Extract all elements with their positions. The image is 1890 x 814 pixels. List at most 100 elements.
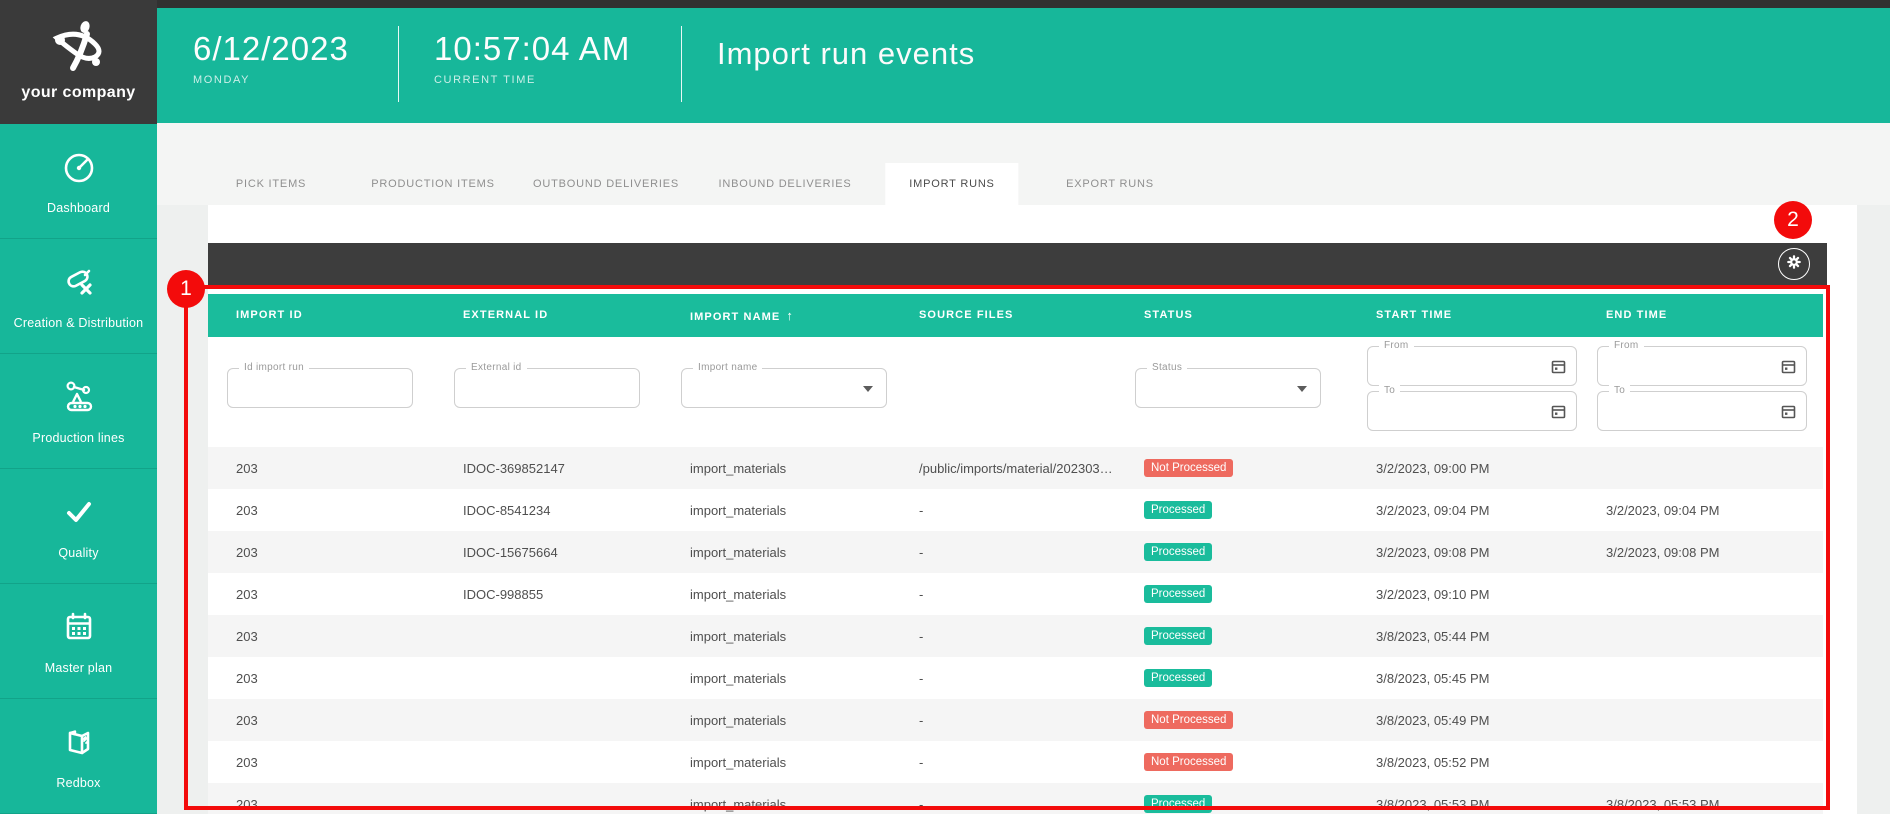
column-header-source-files[interactable]: SOURCE FILES: [891, 294, 1116, 337]
start-to-date-input[interactable]: [1378, 398, 1524, 424]
end-to-date-input[interactable]: [1608, 398, 1754, 424]
cell-source-files: -: [891, 629, 1116, 644]
header-time-block: 10:57:04 AM CURRENT TIME: [434, 30, 630, 86]
calendar-icon[interactable]: [1551, 359, 1566, 379]
cell-source-files: -: [891, 671, 1116, 686]
filter-status: Status: [1135, 368, 1321, 408]
table-toolbar: [208, 243, 1827, 285]
filter-id-import-run: Id import run: [227, 368, 413, 408]
cell-external-id: IDOC-998855: [435, 587, 662, 602]
status-select[interactable]: [1146, 375, 1275, 401]
table-row[interactable]: 203 import_materials - Processed 3/8/202…: [208, 615, 1823, 657]
cell-import-name: import_materials: [662, 755, 891, 770]
chevron-down-icon[interactable]: [863, 386, 873, 392]
cell-start-time: 3/2/2023, 09:10 PM: [1348, 587, 1578, 602]
quality-check-icon: [59, 492, 99, 537]
cell-source-files: -: [891, 503, 1116, 518]
sidebar-item-label: Quality: [58, 546, 98, 560]
production-lines-icon: [59, 377, 99, 422]
sidebar-item-creation-distribution[interactable]: Creation & Distribution: [0, 239, 157, 354]
company-logo[interactable]: your company: [0, 0, 157, 124]
column-header-external-id[interactable]: EXTERNAL ID: [435, 294, 662, 337]
cell-end-time: 3/8/2023, 05:53 PM: [1578, 797, 1823, 812]
import-name-select[interactable]: [692, 375, 835, 401]
app-window: 6/12/2023 MONDAY 10:57:04 AM CURRENT TIM…: [0, 0, 1890, 814]
settings-button[interactable]: [1778, 248, 1810, 280]
creation-distribution-icon: [59, 262, 99, 307]
table-row[interactable]: 203 IDOC-8541234 import_materials - Proc…: [208, 489, 1823, 531]
tab-inbound-deliveries[interactable]: INBOUND DELIVERIES: [695, 163, 876, 205]
header-date-label: MONDAY: [193, 74, 349, 86]
table-row[interactable]: 203 import_materials - Not Processed 3/8…: [208, 741, 1823, 783]
filter-external-id: External id: [454, 368, 640, 408]
tab-production-items[interactable]: PRODUCTION ITEMS: [347, 163, 518, 205]
cell-status: Processed: [1116, 543, 1348, 561]
tab-outbound-deliveries[interactable]: OUTBOUND DELIVERIES: [509, 163, 703, 205]
sidebar-item-redbox[interactable]: Redbox: [0, 699, 157, 814]
cell-status: Processed: [1116, 669, 1348, 687]
annotation-marker-2: 2: [1774, 201, 1812, 239]
status-badge: Processed: [1144, 627, 1212, 645]
status-badge: Processed: [1144, 669, 1212, 687]
filter-label: To: [1379, 385, 1400, 396]
status-badge: Processed: [1144, 585, 1212, 603]
table-row[interactable]: 203 import_materials - Processed 3/8/202…: [208, 783, 1823, 814]
status-badge: Not Processed: [1144, 711, 1233, 729]
cell-status: Processed: [1116, 501, 1348, 519]
sidebar-item-label: Dashboard: [47, 201, 110, 215]
filter-label: External id: [466, 362, 527, 373]
sidebar-item-label: Master plan: [45, 661, 113, 675]
company-logo-icon: [0, 10, 157, 82]
cell-external-id: IDOC-369852147: [435, 461, 662, 476]
top-strip: [0, 0, 1890, 8]
tab-export-runs[interactable]: EXPORT RUNS: [1042, 163, 1178, 205]
sidebar-item-master-plan[interactable]: Master plan: [0, 584, 157, 699]
column-header-import-name[interactable]: IMPORT NAME↑: [662, 294, 891, 337]
column-header-import-id[interactable]: IMPORT ID: [208, 294, 435, 337]
status-badge: Processed: [1144, 501, 1212, 519]
cell-start-time: 3/8/2023, 05:44 PM: [1348, 629, 1578, 644]
column-header-status[interactable]: STATUS: [1116, 294, 1348, 337]
sidebar-item-production-lines[interactable]: Production lines: [0, 354, 157, 469]
header-time: 10:57:04 AM: [434, 30, 630, 68]
cell-import-name: import_materials: [662, 629, 891, 644]
tab-import-runs[interactable]: IMPORT RUNS: [885, 163, 1018, 205]
id-import-run-input[interactable]: [238, 375, 367, 401]
calendar-icon[interactable]: [1551, 404, 1566, 424]
cell-import-id: 203: [208, 797, 435, 812]
cell-source-files: /public/imports/material/20230308...: [891, 461, 1116, 476]
cell-status: Processed: [1116, 795, 1348, 813]
table-row[interactable]: 203 import_materials - Not Processed 3/8…: [208, 699, 1823, 741]
cell-source-files: -: [891, 797, 1116, 812]
table-row[interactable]: 203 IDOC-998855 import_materials - Proce…: [208, 573, 1823, 615]
cell-start-time: 3/8/2023, 05:52 PM: [1348, 755, 1578, 770]
table-row[interactable]: 203 IDOC-369852147 import_materials /pub…: [208, 447, 1823, 489]
chevron-down-icon[interactable]: [1297, 386, 1307, 392]
cell-external-id: IDOC-15675664: [435, 545, 662, 560]
cell-import-id: 203: [208, 503, 435, 518]
sidebar-item-dashboard[interactable]: Dashboard: [0, 124, 157, 239]
calendar-icon[interactable]: [1781, 404, 1796, 424]
table-row[interactable]: 203 IDOC-15675664 import_materials - Pro…: [208, 531, 1823, 573]
cell-source-files: -: [891, 587, 1116, 602]
tab-pick-items[interactable]: PICK ITEMS: [212, 163, 330, 205]
end-from-date-input[interactable]: [1608, 353, 1754, 379]
cell-import-id: 203: [208, 587, 435, 602]
external-id-input[interactable]: [465, 375, 594, 401]
cell-start-time: 3/8/2023, 05:45 PM: [1348, 671, 1578, 686]
filter-label: To: [1609, 385, 1630, 396]
column-header-start-time[interactable]: START TIME: [1348, 294, 1578, 337]
cell-source-files: -: [891, 755, 1116, 770]
column-header-end-time[interactable]: END TIME: [1578, 294, 1823, 337]
sidebar-item-label: Production lines: [32, 431, 124, 445]
cell-status: Not Processed: [1116, 711, 1348, 729]
cell-start-time: 3/2/2023, 09:08 PM: [1348, 545, 1578, 560]
table-row[interactable]: 203 import_materials - Processed 3/8/202…: [208, 657, 1823, 699]
start-from-date-input[interactable]: [1378, 353, 1524, 379]
filter-label: From: [1379, 340, 1414, 351]
filter-label: Import name: [693, 362, 762, 373]
cell-import-name: import_materials: [662, 713, 891, 728]
header-date: 6/12/2023: [193, 30, 349, 68]
sidebar-item-quality[interactable]: Quality: [0, 469, 157, 584]
calendar-icon[interactable]: [1781, 359, 1796, 379]
